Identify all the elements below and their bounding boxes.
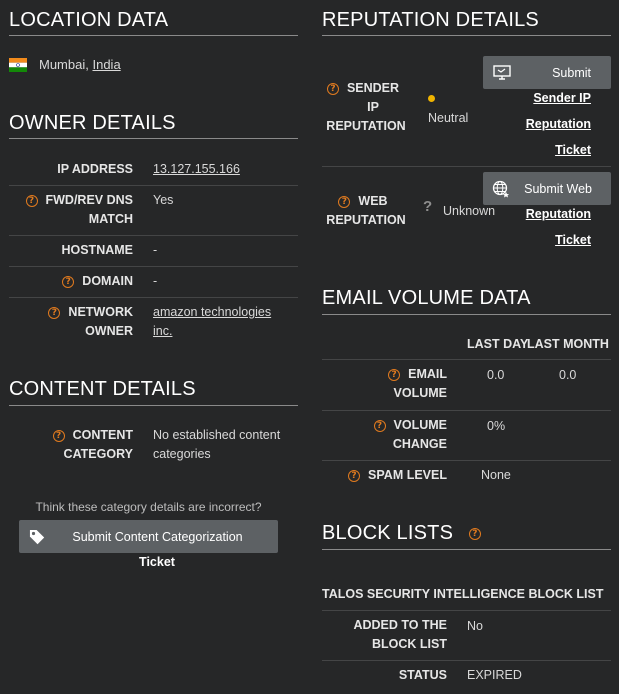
web-reputation-label: ? WEB REPUTATION <box>326 194 406 227</box>
spam-level-label: ? SPAM LEVEL <box>348 466 447 485</box>
sender-ip-link[interactable]: Sender IP <box>533 91 591 105</box>
last-month-header: LAST MONTH <box>527 337 609 351</box>
owner-divider <box>9 138 298 139</box>
sender-ip-reputation-label: ? SENDER IP REPUTATION <box>326 81 406 133</box>
help-icon[interactable]: ? <box>348 470 361 482</box>
email-volume-label: ? EMAIL VOLUME <box>388 365 447 403</box>
sender-reputation-link[interactable]: Reputation <box>526 117 591 131</box>
row-divider <box>9 297 298 298</box>
help-icon[interactable]: ? <box>25 195 38 207</box>
added-to-block-list-value: No <box>467 619 483 633</box>
row-divider <box>322 359 611 360</box>
network-owner-label: ? NETWORK OWNER <box>48 303 133 341</box>
email-divider <box>322 314 611 315</box>
email-volume-day: 0.0 <box>487 368 505 382</box>
globe-icon <box>492 172 510 205</box>
spam-level-value: None <box>481 468 511 482</box>
unknown-question-icon: ? <box>423 198 433 215</box>
row-divider <box>322 660 611 661</box>
content-ticket-link[interactable]: Ticket <box>19 555 295 569</box>
category-prompt: Think these category details are incorre… <box>35 500 262 514</box>
web-ticket-link[interactable]: Ticket <box>555 233 591 247</box>
network-owner-link[interactable]: amazon technologies inc. <box>153 303 271 341</box>
help-icon[interactable]: ? <box>326 83 339 95</box>
submit-content-categorization-button[interactable]: Submit Content Categorization <box>19 520 278 553</box>
block-divider <box>322 549 611 550</box>
last-day-header: LAST DAY <box>467 337 529 351</box>
location-city: Mumbai, <box>39 57 89 72</box>
email-volume-month: 0.0 <box>559 368 577 382</box>
hostname-label: HOSTNAME <box>61 243 133 257</box>
sender-reputation-value: Neutral <box>428 111 469 125</box>
fwd-rev-dns-label: ? FWD/REV DNS MATCH <box>25 191 133 229</box>
row-divider <box>9 185 298 186</box>
owner-title: OWNER DETAILS <box>9 112 176 134</box>
row-divider <box>322 166 611 167</box>
location-title: LOCATION DATA <box>9 9 169 31</box>
help-icon[interactable]: ? <box>338 196 351 208</box>
row-divider <box>322 410 611 411</box>
submit-web-label: Submit Web <box>524 181 592 196</box>
submit-sender-ip-button[interactable]: Submit <box>483 56 611 89</box>
reputation-title: REPUTATION DETAILS <box>322 9 539 31</box>
block-lists-title: BLOCK LISTS ? <box>322 522 489 545</box>
row-divider <box>9 235 298 236</box>
india-flag-icon <box>9 58 27 72</box>
domain-label: ? DOMAIN <box>62 272 133 291</box>
status-value: EXPIRED <box>467 668 522 682</box>
email-volume-title: EMAIL VOLUME DATA <box>322 287 531 309</box>
ip-address-label: IP ADDRESS <box>57 162 133 176</box>
content-divider <box>9 405 298 406</box>
volume-change-day: 0% <box>487 419 506 433</box>
row-divider <box>322 460 611 461</box>
location-country-link[interactable]: India <box>92 57 120 72</box>
content-title: CONTENT DETAILS <box>9 378 196 400</box>
hostname-value: - <box>153 243 158 257</box>
web-reputation-link[interactable]: Reputation <box>526 207 591 221</box>
submit-content-label: Submit Content Categorization <box>72 529 243 544</box>
content-category-value: No established content categories <box>153 428 281 461</box>
added-to-block-list-label: ADDED TO THE BLOCK LIST <box>353 618 447 651</box>
neutral-status-dot <box>428 95 435 102</box>
row-divider <box>9 266 298 267</box>
domain-value: - <box>153 274 158 288</box>
help-icon[interactable]: ? <box>468 528 481 540</box>
row-divider <box>322 610 611 611</box>
monitor-icon <box>493 56 511 89</box>
help-icon[interactable]: ? <box>62 276 75 288</box>
volume-change-label: ? VOLUME CHANGE <box>373 416 447 454</box>
talos-block-list-header: TALOS SECURITY INTELLIGENCE BLOCK LIST <box>322 587 604 601</box>
ip-address-link[interactable]: 13.127.155.166 <box>153 160 240 179</box>
fwd-rev-dns-value: Yes <box>153 193 174 207</box>
reputation-divider <box>322 35 611 36</box>
location-divider <box>9 35 298 36</box>
help-icon[interactable]: ? <box>388 369 401 381</box>
submit-sender-label: Submit <box>552 65 591 80</box>
status-label: STATUS <box>398 668 447 682</box>
content-category-label: ? CONTENT CATEGORY <box>52 426 133 464</box>
help-icon[interactable]: ? <box>52 430 65 442</box>
sender-ticket-link[interactable]: Ticket <box>555 143 591 157</box>
help-icon[interactable]: ? <box>373 420 386 432</box>
submit-web-reputation-button[interactable]: Submit Web <box>483 172 611 205</box>
location-value: Mumbai, India <box>39 57 121 72</box>
help-icon[interactable]: ? <box>48 307 61 319</box>
